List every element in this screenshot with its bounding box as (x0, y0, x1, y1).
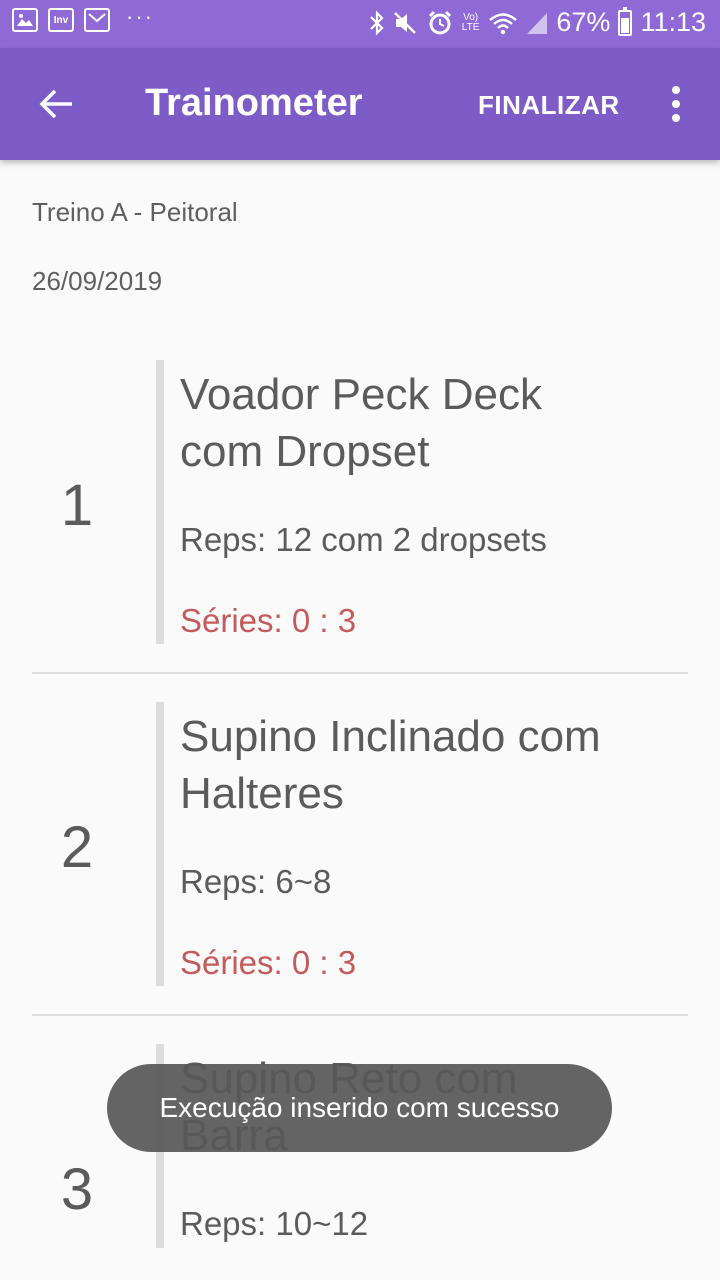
exercise-number: 2 (60, 815, 94, 880)
exercise-number: 1 (60, 473, 94, 538)
list-divider (32, 1014, 688, 1016)
inv-icon: Inv (48, 8, 74, 32)
volte-bottom: LTE (461, 21, 480, 33)
workout-name: Treino A - Peitoral (32, 197, 238, 227)
exercise-item[interactable]: 1 Voador Peck Deck com Dropset Reps: 12 … (32, 360, 688, 644)
alarm-icon (428, 10, 451, 34)
system-icons: Vo) LTE 67% 11:13 (369, 6, 706, 38)
battery-fill (621, 17, 630, 33)
exercise-divider-bar (156, 360, 164, 644)
mute-icon (393, 11, 416, 34)
app-bar: Trainometer FINALIZAR (0, 48, 720, 160)
status-bar: Inv ··· Vo) LTE 67% 11:13 (0, 0, 720, 48)
exercise-divider-bar (156, 702, 164, 986)
finalizar-button[interactable]: FINALIZAR (478, 90, 620, 121)
clock: 11:13 (640, 7, 706, 37)
exercise-series: Séries: 0 : 3 (180, 602, 357, 639)
notification-icons: Inv ··· (12, 4, 154, 32)
back-button[interactable] (30, 78, 82, 130)
more-dots-icon: ··· (126, 4, 154, 29)
exercise-reps: Reps: 6~8 (180, 863, 332, 900)
signal-icon (527, 12, 548, 34)
wifi-icon (489, 12, 518, 34)
image-icon (12, 8, 38, 32)
exercise-title-line1: Voador Peck Deck (180, 370, 542, 419)
overflow-menu-button[interactable] (660, 82, 692, 126)
more-vert-icon-dot (672, 86, 680, 94)
bluetooth-icon (370, 9, 384, 36)
exercise-reps: Reps: 10~12 (180, 1205, 369, 1242)
toast-message: Execução inserido com sucesso (107, 1064, 612, 1152)
mail-icon (84, 8, 110, 32)
exercise-title-line1: Supino Inclinado com (180, 712, 601, 761)
volte-top: Vo) (463, 11, 479, 23)
exercise-item[interactable]: 2 Supino Inclinado com Halteres Reps: 6~… (32, 702, 688, 986)
back-arrow-icon (39, 89, 72, 119)
workout-date: 26/09/2019 (32, 266, 163, 296)
volte-icon: Vo) LTE (461, 12, 481, 34)
exercise-reps: Reps: 12 com 2 dropsets (180, 521, 547, 558)
inv-icon-label: Inv (53, 14, 69, 26)
battery-percent: 67% (556, 7, 611, 37)
exercise-title-line2: Halteres (180, 769, 344, 818)
exercise-number: 3 (60, 1157, 94, 1222)
more-vert-icon-dot (672, 114, 680, 122)
exercise-series: Séries: 0 : 3 (180, 944, 357, 981)
battery-icon (618, 6, 633, 36)
more-vert-icon-dot (672, 100, 680, 108)
list-divider (32, 672, 688, 674)
app-title: Trainometer (145, 82, 363, 124)
toast-text: Execução inserido com sucesso (159, 1092, 560, 1123)
exercise-title-line2: com Dropset (180, 427, 430, 476)
